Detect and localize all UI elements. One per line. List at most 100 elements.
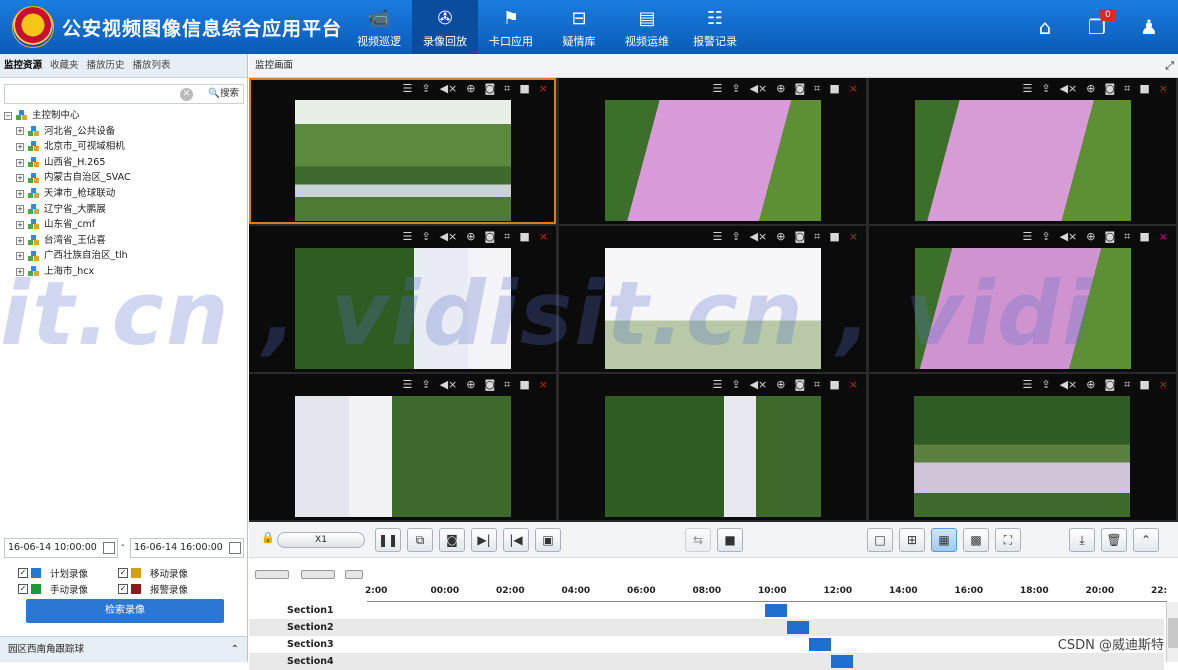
close-icon[interactable]: × xyxy=(1159,378,1168,392)
stop-icon[interactable]: ■ xyxy=(829,230,839,244)
mute-icon[interactable]: ◀× xyxy=(750,378,768,392)
upload-icon[interactable]: ⇪ xyxy=(421,378,430,392)
snapshot-icon[interactable]: ◙ xyxy=(794,230,805,244)
close-icon[interactable]: × xyxy=(849,378,858,392)
expand-icon[interactable]: + xyxy=(16,205,24,214)
play-window-button[interactable]: ▣ xyxy=(535,528,561,552)
settings-icon[interactable]: ☰ xyxy=(402,82,412,96)
tree-item[interactable]: + 辽宁省_大鹏展 xyxy=(4,202,244,218)
record-type-planned[interactable]: ✓ 计划录像 xyxy=(18,566,88,580)
clip-icon[interactable]: ⌗ xyxy=(504,82,510,96)
clear-icon[interactable]: ✕ xyxy=(180,88,193,101)
settings-icon[interactable]: ☰ xyxy=(402,378,412,392)
checkbox[interactable]: ✓ xyxy=(18,568,28,578)
sync-button[interactable]: ⇆ xyxy=(685,528,711,552)
nav-checkpoint[interactable]: ⚑ 卡口应用 xyxy=(478,0,544,54)
video-cell[interactable]: ☰ ⇪ ◀× ⊕ ◙ ⌗ ■ × xyxy=(869,226,1176,372)
tree-item[interactable]: + 台湾省_王佔喜 xyxy=(4,233,244,249)
tree-item[interactable]: + 山东省_cmf xyxy=(4,217,244,233)
snapshot-icon[interactable]: ◙ xyxy=(794,378,805,392)
settings-icon[interactable]: ☰ xyxy=(1022,230,1032,244)
nav-suspect-db[interactable]: ⊟ 疑情库 xyxy=(546,0,612,54)
record-type-motion[interactable]: ✓ 移动录像 xyxy=(118,566,188,580)
clip-icon[interactable]: ⌗ xyxy=(814,230,820,244)
layout-9-button[interactable]: ▦ xyxy=(931,528,957,552)
video-cell[interactable]: ☰ ⇪ ◀× ⊕ ◙ ⌗ ■ × xyxy=(559,226,866,372)
close-icon[interactable]: × xyxy=(539,82,548,96)
tab-monitor-resources[interactable]: 监控资源 xyxy=(0,54,46,77)
zoom-icon[interactable]: ⊕ xyxy=(466,82,475,96)
clip-icon[interactable]: ⌗ xyxy=(814,82,820,96)
timeline-row[interactable]: Section2 xyxy=(249,619,1164,636)
fullscreen-button[interactable]: ⛶ xyxy=(995,528,1021,552)
video-cell[interactable]: ☰ ⇪ ◀× ⊕ ◙ ⌗ ■ × xyxy=(869,78,1176,224)
stop-icon[interactable]: ■ xyxy=(829,378,839,392)
tab-favorites[interactable]: 收藏夹 xyxy=(46,54,83,77)
layout-16-button[interactable]: ▩ xyxy=(963,528,989,552)
close-icon[interactable]: × xyxy=(849,230,858,244)
stop-icon[interactable]: ■ xyxy=(519,378,529,392)
stop-icon[interactable]: ■ xyxy=(1139,82,1149,96)
expand-icon[interactable]: + xyxy=(16,158,24,167)
upload-icon[interactable]: ⇪ xyxy=(1041,230,1050,244)
close-icon[interactable]: × xyxy=(1159,230,1168,244)
checkbox[interactable]: ✓ xyxy=(118,584,128,594)
stop-icon[interactable]: ■ xyxy=(1139,378,1149,392)
stop-button[interactable]: ■ xyxy=(717,528,743,552)
checkbox[interactable]: ✓ xyxy=(18,584,28,594)
search-records-button[interactable]: 检索录像 xyxy=(26,599,224,623)
upload-icon[interactable]: ⇪ xyxy=(731,230,740,244)
search-input[interactable]: ✕ 🔍搜索 xyxy=(4,84,244,104)
expand-icon[interactable]: + xyxy=(16,142,24,151)
snapshot-icon[interactable]: ◙ xyxy=(484,378,495,392)
lock-icon[interactable]: 🔒 xyxy=(261,531,275,544)
clip-icon[interactable]: ⌗ xyxy=(1124,82,1130,96)
ptz-panel-header[interactable]: 园区西南角跟踪球 ⌃ xyxy=(0,636,247,662)
expand-icon[interactable]: + xyxy=(16,267,24,276)
close-icon[interactable]: × xyxy=(539,378,548,392)
mute-icon[interactable]: ◀× xyxy=(750,82,768,96)
zoom-icon[interactable]: ⊕ xyxy=(466,230,475,244)
chevron-up-icon[interactable]: ⌃ xyxy=(231,637,239,663)
snapshot-button[interactable]: ◙ xyxy=(439,528,465,552)
timeline-scrollbar[interactable] xyxy=(1166,602,1178,662)
stop-icon[interactable]: ■ xyxy=(1139,230,1149,244)
zoom-out-button[interactable] xyxy=(255,570,289,579)
close-icon[interactable]: × xyxy=(849,82,858,96)
snapshot-icon[interactable]: ◙ xyxy=(484,230,495,244)
zoom-in-button[interactable] xyxy=(301,570,335,579)
timeline-row[interactable]: Section3 xyxy=(249,636,1164,653)
zoom-icon[interactable]: ⊕ xyxy=(776,230,785,244)
tab-playlist[interactable]: 播放列表 xyxy=(129,54,175,77)
record-type-manual[interactable]: ✓ 手动录像 xyxy=(18,582,88,596)
settings-icon[interactable]: ☰ xyxy=(1022,82,1032,96)
nav-video-ops[interactable]: ▤ 视频运维 xyxy=(614,0,680,54)
fullscreen-icon[interactable]: ⤢ xyxy=(1165,54,1174,78)
layout-4-button[interactable]: ⊞ xyxy=(899,528,925,552)
recording-segment[interactable] xyxy=(765,604,787,617)
settings-icon[interactable]: ☰ xyxy=(712,82,722,96)
tree-item[interactable]: + 广西壮族自治区_tlh xyxy=(4,248,244,264)
upload-icon[interactable]: ⇪ xyxy=(731,82,740,96)
mute-icon[interactable]: ◀× xyxy=(440,82,458,96)
mute-icon[interactable]: ◀× xyxy=(1060,230,1078,244)
zoom-icon[interactable]: ⊕ xyxy=(1086,230,1095,244)
stop-icon[interactable]: ■ xyxy=(519,230,529,244)
pause-button[interactable]: ❚❚ xyxy=(375,528,401,552)
tree-item[interactable]: + 内蒙古自治区_SVAC xyxy=(4,170,244,186)
recording-segment[interactable] xyxy=(809,638,831,651)
settings-icon[interactable]: ☰ xyxy=(712,378,722,392)
step-forward-button[interactable]: ▶| xyxy=(471,528,497,552)
close-icon[interactable]: × xyxy=(539,230,548,244)
nav-playback[interactable]: ✇ 录像回放 xyxy=(412,0,478,54)
expand-icon[interactable]: + xyxy=(16,127,24,136)
calendar-icon[interactable] xyxy=(103,542,115,554)
zoom-icon[interactable]: ⊕ xyxy=(776,82,785,96)
video-cell[interactable]: ☰ ⇪ ◀× ⊕ ◙ ⌗ ■ × xyxy=(559,78,866,224)
expand-icon[interactable]: + xyxy=(16,236,24,245)
checkbox[interactable]: ✓ xyxy=(118,568,128,578)
mute-icon[interactable]: ◀× xyxy=(1060,82,1078,96)
clip-icon[interactable]: ⌗ xyxy=(504,378,510,392)
select-button[interactable] xyxy=(345,570,363,579)
clip-icon[interactable]: ⌗ xyxy=(1124,230,1130,244)
